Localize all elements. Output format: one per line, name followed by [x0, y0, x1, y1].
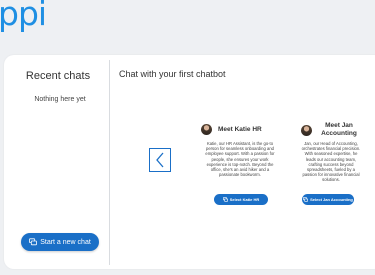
- bot-card-name: Meet Katie HR: [218, 125, 262, 133]
- bot-card-bio: Jan, our Head of Accounting, orchestrate…: [301, 141, 361, 183]
- chat-section-title: Chat with your first chatbot: [119, 69, 226, 79]
- chevron-left-icon: [155, 152, 165, 168]
- select-katie-button[interactable]: Select Katie HR: [214, 194, 268, 205]
- avatar: [301, 124, 312, 136]
- bot-card-jan: Meet Jan Accounting Jan, our Head of Acc…: [301, 122, 361, 183]
- app-logo: ppi: [0, 0, 47, 33]
- start-new-chat-button[interactable]: Start a new chat: [21, 233, 99, 251]
- bot-card-bio: Katie, our HR Assistant, is the go-to pe…: [205, 141, 275, 178]
- select-katie-label: Select Katie HR: [229, 197, 260, 202]
- select-jan-label: Select Jan Accounting: [310, 197, 353, 202]
- recent-chats-title: Recent chats: [25, 70, 91, 82]
- start-new-chat-label: Start a new chat: [40, 238, 91, 246]
- chat-bubble-icon: [222, 197, 228, 202]
- empty-state-message: Nothing here yet: [34, 96, 86, 103]
- carousel-prev-button[interactable]: [149, 148, 171, 172]
- bot-card-name: Meet Jan Accounting: [321, 122, 357, 137]
- sidebar-divider: [109, 60, 110, 265]
- select-jan-button[interactable]: Select Jan Accounting: [302, 194, 354, 205]
- avatar: [201, 124, 212, 135]
- bot-card-katie: Meet Katie HR Katie, our HR Assistant, i…: [201, 124, 279, 177]
- chat-bubble-icon: [29, 238, 38, 246]
- chat-bubble-icon: [303, 197, 309, 202]
